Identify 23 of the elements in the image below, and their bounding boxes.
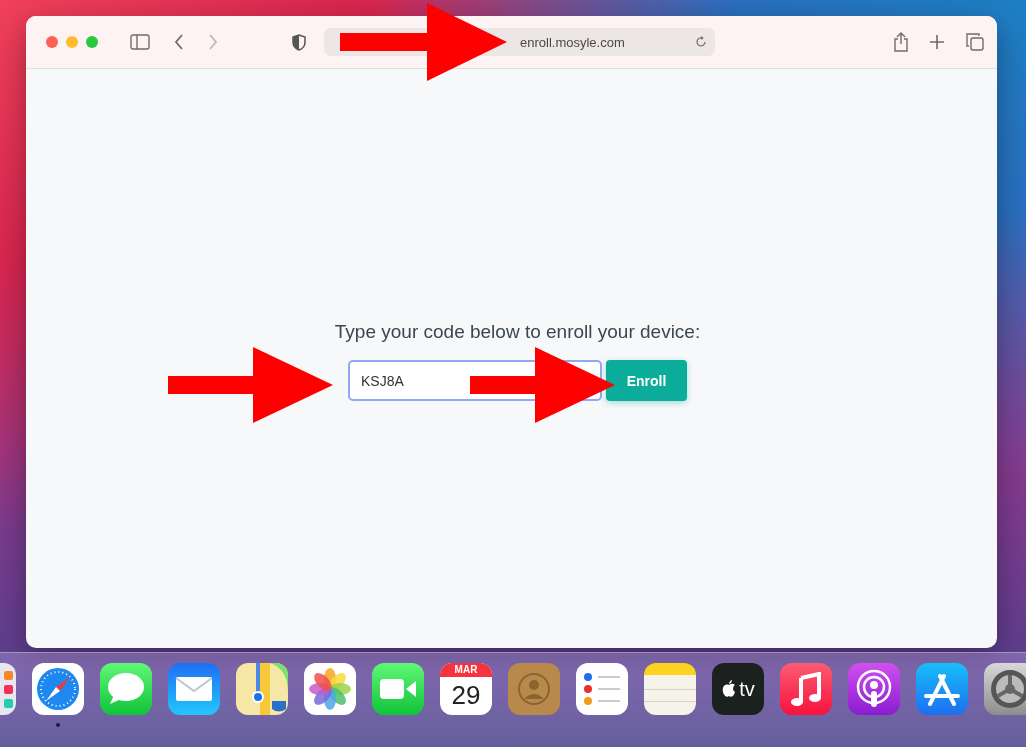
compass-icon[interactable] bbox=[32, 663, 84, 716]
flower-icon[interactable] bbox=[304, 663, 356, 716]
apple-tv-icon[interactable]: tv bbox=[712, 663, 764, 716]
envelope-icon[interactable] bbox=[168, 663, 220, 716]
enroll-prompt: Type your code below to enroll your device: bbox=[334, 321, 701, 343]
video-camera-icon[interactable] bbox=[372, 663, 424, 716]
calendar-month: MAR bbox=[440, 663, 492, 678]
notepad-icon[interactable] bbox=[644, 663, 696, 716]
calendar-icon[interactable]: MAR 29 bbox=[440, 663, 492, 716]
url-text: enroll.mosyle.com bbox=[520, 34, 625, 50]
calendar-day: 29 bbox=[451, 679, 481, 711]
music-note-icon[interactable] bbox=[780, 663, 832, 716]
tv-label: tv bbox=[739, 677, 755, 701]
reload-icon[interactable] bbox=[695, 36, 707, 48]
tabs-overview-icon[interactable] bbox=[963, 30, 987, 54]
speech-bubble-icon[interactable] bbox=[100, 663, 152, 716]
checklist-icon[interactable] bbox=[576, 663, 628, 716]
map-icon[interactable] bbox=[236, 663, 288, 716]
apple-logo-icon bbox=[721, 680, 738, 699]
gear-icon[interactable] bbox=[984, 663, 1026, 716]
close-button[interactable] bbox=[46, 36, 58, 48]
app-store-icon[interactable] bbox=[916, 663, 968, 716]
podcast-icon[interactable] bbox=[848, 663, 900, 716]
